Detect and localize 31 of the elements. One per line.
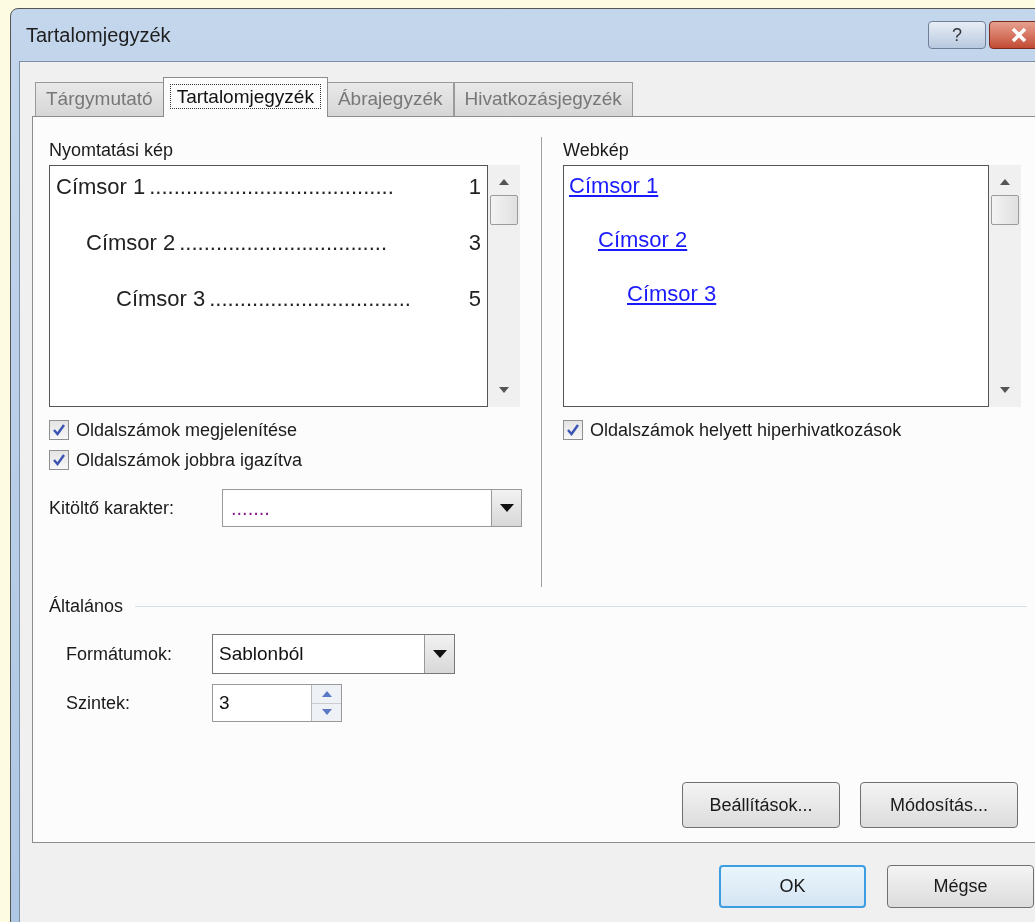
levels-spinner[interactable]: 3 (212, 684, 342, 722)
field-label: Kitöltő karakter: (49, 496, 176, 520)
section-label: Webkép (563, 139, 630, 162)
leader-dots: .................................. (179, 229, 389, 257)
section-label: Nyomtatási kép (49, 139, 175, 162)
heading-entry: Címsor 2 (86, 229, 176, 257)
checkbox-label: Oldalszámok helyett hiperhivatkozások (590, 418, 902, 442)
tab-leader-dropdown[interactable]: ....... (222, 489, 522, 527)
field-label: Szintek: (66, 691, 132, 715)
section-label: Általános (49, 595, 124, 618)
panel-button[interactable]: Módosítás... (860, 782, 1018, 828)
checkbox-label: Oldalszámok jobbra igazítva (76, 448, 303, 472)
field-label: Formátumok: (66, 642, 174, 666)
formats-dropdown[interactable]: Sablonból (212, 634, 455, 674)
heading-entry: Címsor 1 (56, 173, 146, 201)
hyperlink[interactable]: Címsor 1 (569, 173, 659, 198)
dialog-button[interactable]: OK (719, 865, 866, 908)
heading-entry: Címsor 3 (116, 285, 206, 313)
help-button[interactable]: ? (928, 21, 986, 49)
dialog-button[interactable]: Mégse (887, 865, 1034, 908)
hyperlink[interactable]: Címsor 3 (627, 281, 717, 306)
panel-button[interactable]: Beállítások... (682, 782, 840, 828)
page-number: 1 (468, 173, 481, 201)
leader-dots: ................................. (209, 285, 412, 313)
tab[interactable]: Tartalomjegyzék (162, 77, 328, 117)
page-number: 3 (468, 229, 481, 257)
leader-dots: ........................................ (149, 173, 395, 201)
hyperlink[interactable]: Címsor 2 (598, 227, 688, 252)
checkbox-label: Oldalszámok megjelenítése (76, 418, 298, 442)
page-number: 5 (468, 285, 481, 313)
window-title: Tartalomjegyzék (26, 23, 172, 48)
